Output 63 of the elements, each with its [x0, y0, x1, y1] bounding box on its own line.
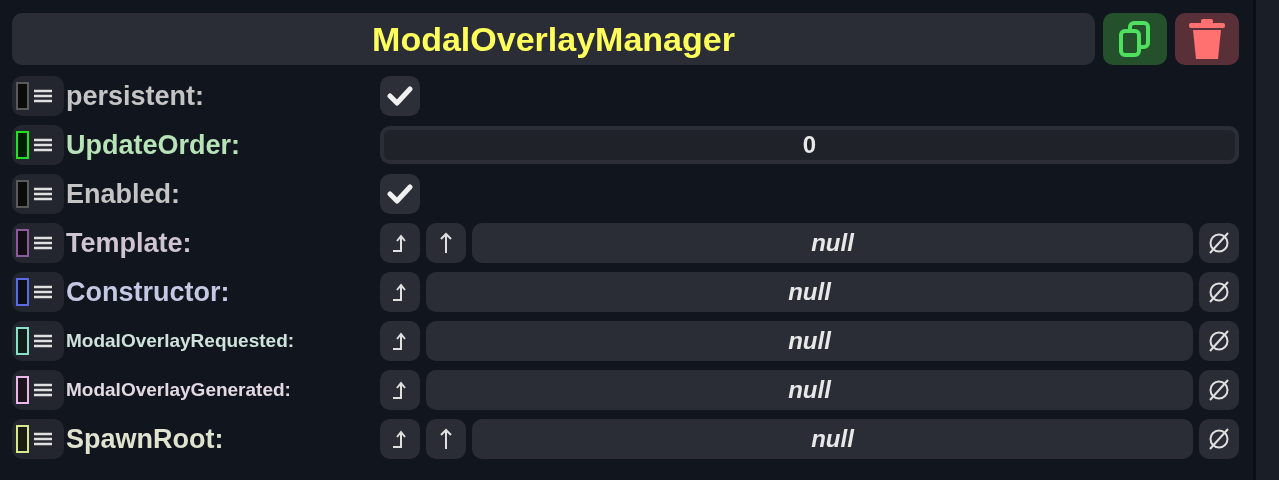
field-label: persistent:	[65, 80, 206, 112]
clear-button[interactable]	[1199, 223, 1239, 263]
empty-set-icon	[1207, 378, 1231, 402]
select-button[interactable]	[380, 223, 420, 263]
turn-up-arrow-icon	[391, 331, 409, 351]
field-handle[interactable]	[12, 125, 64, 165]
select-button[interactable]	[380, 321, 420, 361]
field-handle[interactable]	[12, 174, 64, 214]
turn-up-arrow-icon	[391, 429, 409, 449]
port-slot[interactable]	[16, 131, 29, 159]
delete-button[interactable]	[1175, 13, 1239, 65]
field-handle[interactable]	[12, 321, 64, 361]
up-button[interactable]	[426, 223, 466, 263]
drag-handle-icon[interactable]	[33, 187, 53, 201]
up-arrow-icon	[439, 428, 453, 450]
field-label: Template:	[65, 227, 193, 259]
check-icon	[387, 86, 413, 106]
clear-button[interactable]	[1199, 370, 1239, 410]
drag-handle-icon[interactable]	[33, 334, 53, 348]
field-label: UpdateOrder:	[65, 129, 242, 161]
drag-handle-icon[interactable]	[33, 236, 53, 250]
drag-handle-icon[interactable]	[33, 285, 53, 299]
select-button[interactable]	[380, 419, 420, 459]
reference-field[interactable]: null	[426, 272, 1193, 312]
select-button[interactable]	[380, 272, 420, 312]
turn-up-arrow-icon	[391, 282, 409, 302]
turn-up-arrow-icon	[391, 380, 409, 400]
field-label: Constructor:	[65, 276, 231, 308]
field-handle[interactable]	[12, 419, 64, 459]
field-handle[interactable]	[12, 370, 64, 410]
trash-icon	[1187, 17, 1227, 61]
drag-handle-icon[interactable]	[33, 432, 53, 446]
reference-field[interactable]: null	[472, 419, 1193, 459]
turn-up-arrow-icon	[391, 233, 409, 253]
empty-set-icon	[1207, 427, 1231, 451]
drag-handle-icon[interactable]	[33, 89, 53, 103]
field-label: ModalOverlayRequested:	[65, 330, 296, 352]
field-label: SpawnRoot:	[65, 423, 225, 455]
drag-handle-icon[interactable]	[33, 138, 53, 152]
component-title: ModalOverlayManager	[12, 13, 1095, 65]
reference-field[interactable]: null	[426, 321, 1193, 361]
number-field[interactable]: 0	[380, 126, 1239, 164]
select-button[interactable]	[380, 370, 420, 410]
clear-button[interactable]	[1199, 272, 1239, 312]
clear-button[interactable]	[1199, 321, 1239, 361]
field-handle[interactable]	[12, 76, 64, 116]
empty-set-icon	[1207, 231, 1231, 255]
drag-handle-icon[interactable]	[33, 383, 53, 397]
field-label: ModalOverlayGenerated:	[65, 379, 292, 401]
field-handle[interactable]	[12, 272, 64, 312]
reference-field[interactable]: null	[472, 223, 1193, 263]
field-handle[interactable]	[12, 223, 64, 263]
copy-button[interactable]	[1103, 13, 1167, 65]
clear-button[interactable]	[1199, 419, 1239, 459]
empty-set-icon	[1207, 329, 1231, 353]
field-label: Enabled:	[65, 178, 181, 210]
up-arrow-icon	[439, 232, 453, 254]
empty-set-icon	[1207, 280, 1231, 304]
reference-field[interactable]: null	[426, 370, 1193, 410]
up-button[interactable]	[426, 419, 466, 459]
check-icon	[387, 184, 413, 204]
checkbox[interactable]	[380, 76, 420, 116]
checkbox[interactable]	[380, 174, 420, 214]
